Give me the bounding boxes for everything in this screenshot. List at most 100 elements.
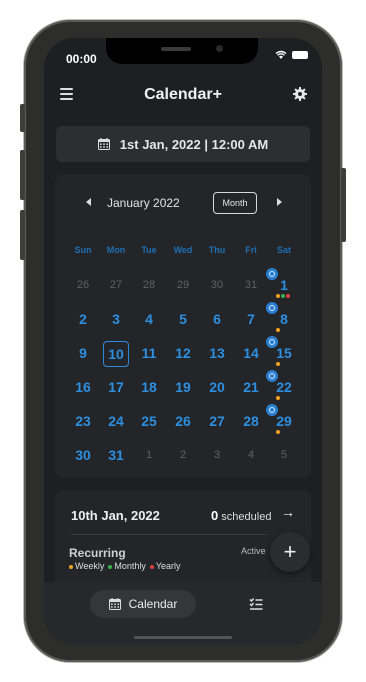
day-cell[interactable]: 5 (166, 307, 200, 331)
day-cell[interactable]: 3 (99, 307, 133, 331)
volume-up-button (20, 150, 25, 200)
battery-icon (292, 51, 308, 59)
app-screen: 00:00 Calendar+ 1st Jan, 2022 | 12:00 AM… (44, 38, 322, 644)
day-cell[interactable]: 27 (200, 409, 234, 433)
selected-datetime-button[interactable]: 1st Jan, 2022 | 12:00 AM (56, 126, 310, 162)
day-cell[interactable]: 28 (132, 273, 166, 297)
day-cell[interactable]: 27 (99, 273, 133, 297)
weekly-dot (276, 362, 280, 366)
speaker (161, 47, 191, 51)
legend-weekly: Weekly (69, 561, 104, 571)
repeat-icon (266, 336, 278, 348)
volume-down-button (20, 210, 25, 260)
day-cell[interactable]: 2 (166, 443, 200, 467)
day-cell[interactable]: 4 (234, 443, 268, 467)
day-cell[interactable]: 24 (99, 409, 133, 433)
plus-icon: + (283, 539, 297, 564)
day-cell[interactable]: 21 (234, 375, 268, 399)
scheduled-count: 0 scheduled (211, 508, 271, 523)
day-cell[interactable]: 4 (132, 307, 166, 331)
repeat-icon (266, 404, 278, 416)
day-cell[interactable]: 6 (200, 307, 234, 331)
weekly-dot (276, 396, 280, 400)
weekly-dot (276, 294, 280, 298)
day-cell[interactable]: 17 (99, 375, 133, 399)
calendar-icon (97, 138, 110, 150)
day-cell[interactable]: 30 (66, 443, 100, 467)
legend-yearly: Yearly (149, 561, 181, 571)
mute-switch (20, 104, 25, 132)
wifi-icon (275, 50, 287, 59)
day-cell[interactable]: 11 (132, 341, 166, 365)
repeat-icon (266, 370, 278, 382)
repeat-icon (266, 268, 278, 280)
add-event-button[interactable]: + (270, 532, 310, 572)
view-mode-button[interactable]: Month (213, 192, 257, 214)
power-button (341, 168, 346, 242)
recurrence-legend: Weekly Monthly Yearly (69, 561, 181, 571)
active-label: Active (241, 546, 266, 556)
weekly-dot (276, 328, 280, 332)
day-cell[interactable]: 26 (166, 409, 200, 433)
notch (106, 38, 258, 64)
app-title: Calendar+ (144, 86, 222, 103)
weekday-mon: Mon (106, 245, 126, 255)
weekday-wed: Wed (173, 245, 193, 255)
schedule-date: 10th Jan, 2022 (71, 508, 160, 523)
day-cell[interactable]: 20 (200, 375, 234, 399)
day-cell[interactable]: 13 (200, 341, 234, 365)
monthly-dot (281, 294, 285, 298)
day-cell[interactable]: 19 (166, 375, 200, 399)
weekday-sat: Sat (276, 245, 291, 255)
weekday-fri: Fri (245, 245, 257, 255)
nav-calendar-tab[interactable]: Calendar (90, 590, 196, 618)
arrow-right-icon[interactable]: → (281, 504, 295, 520)
day-cell[interactable]: 31 (99, 443, 133, 467)
legend-monthly: Monthly (108, 561, 146, 571)
day-cell[interactable]: 2 (66, 307, 100, 331)
yearly-dot (286, 294, 290, 298)
weekday-tue: Tue (141, 245, 157, 255)
gear-icon[interactable] (292, 86, 308, 102)
calendar-card: January 2022 Month Sun Mon Tue Wed Thu F… (55, 174, 311, 478)
checklist-icon[interactable] (249, 597, 263, 611)
recurring-title: Recurring (69, 546, 126, 560)
day-cell[interactable]: 12 (166, 341, 200, 365)
scheduled-count-number: 0 (211, 508, 219, 523)
day-cell[interactable]: 23 (66, 409, 100, 433)
day-cell[interactable]: 7 (234, 307, 268, 331)
day-cell[interactable]: 29 (166, 273, 200, 297)
repeat-icon (266, 302, 278, 314)
chevron-right-icon[interactable] (277, 198, 282, 206)
chevron-left-icon[interactable] (86, 198, 91, 206)
day-cell[interactable]: 16 (66, 375, 100, 399)
day-cell[interactable]: 18 (132, 375, 166, 399)
weekday-sun: Sun (74, 245, 92, 255)
status-time: 00:00 (66, 52, 97, 66)
day-cell[interactable]: 5 (267, 443, 301, 467)
selected-day-cell[interactable]: 10 (103, 341, 129, 367)
day-cell[interactable]: 1 (132, 443, 166, 467)
app-bar: Calendar+ (44, 78, 322, 114)
day-cell[interactable]: 28 (234, 409, 268, 433)
day-cell[interactable]: 14 (234, 341, 268, 365)
status-icons (275, 50, 308, 60)
day-cell[interactable]: 9 (66, 341, 100, 365)
divider (71, 534, 267, 535)
weekday-thu: Thu (208, 245, 226, 255)
bottom-nav: Calendar (44, 582, 322, 644)
day-cell[interactable]: 25 (132, 409, 166, 433)
day-cell[interactable]: 26 (66, 273, 100, 297)
day-cell[interactable]: 31 (234, 273, 268, 297)
selected-datetime-label: 1st Jan, 2022 | 12:00 AM (119, 136, 269, 152)
calendar-icon (108, 598, 121, 610)
day-cell[interactable]: 30 (200, 273, 234, 297)
scheduled-count-suffix: scheduled (221, 511, 272, 523)
camera (216, 45, 223, 52)
weekly-dot (276, 430, 280, 434)
month-label: January 2022 (107, 196, 180, 210)
nav-calendar-label: Calendar (128, 597, 178, 611)
calendar-header: January 2022 Month (55, 192, 311, 216)
home-indicator (134, 636, 232, 639)
day-cell[interactable]: 3 (200, 443, 234, 467)
